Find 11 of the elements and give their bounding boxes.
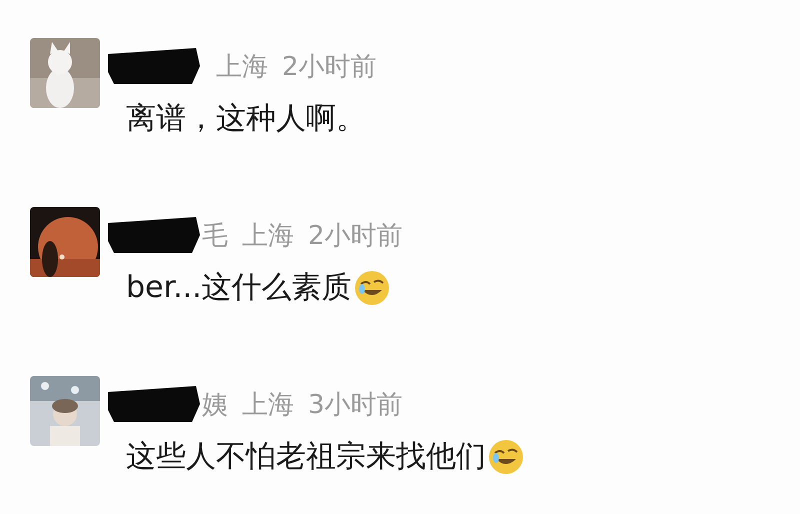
comment-text: 这些人不怕老祖宗来找他们 — [126, 438, 486, 476]
comment-text: ber...这什么素质 — [126, 269, 352, 307]
comment-text: 离谱，这种人啊。 — [126, 100, 366, 138]
location-text: 上海 — [216, 50, 268, 84]
time-text: 2小时前 — [308, 220, 403, 252]
location-text: 上海 — [242, 220, 294, 252]
user-name[interactable]: 姨 — [202, 386, 228, 422]
location-text: 上海 — [242, 388, 294, 422]
user-name[interactable]: 毛 — [202, 218, 228, 252]
time-text: 2小时前 — [282, 50, 377, 84]
time-text: 3小时前 — [308, 388, 403, 422]
